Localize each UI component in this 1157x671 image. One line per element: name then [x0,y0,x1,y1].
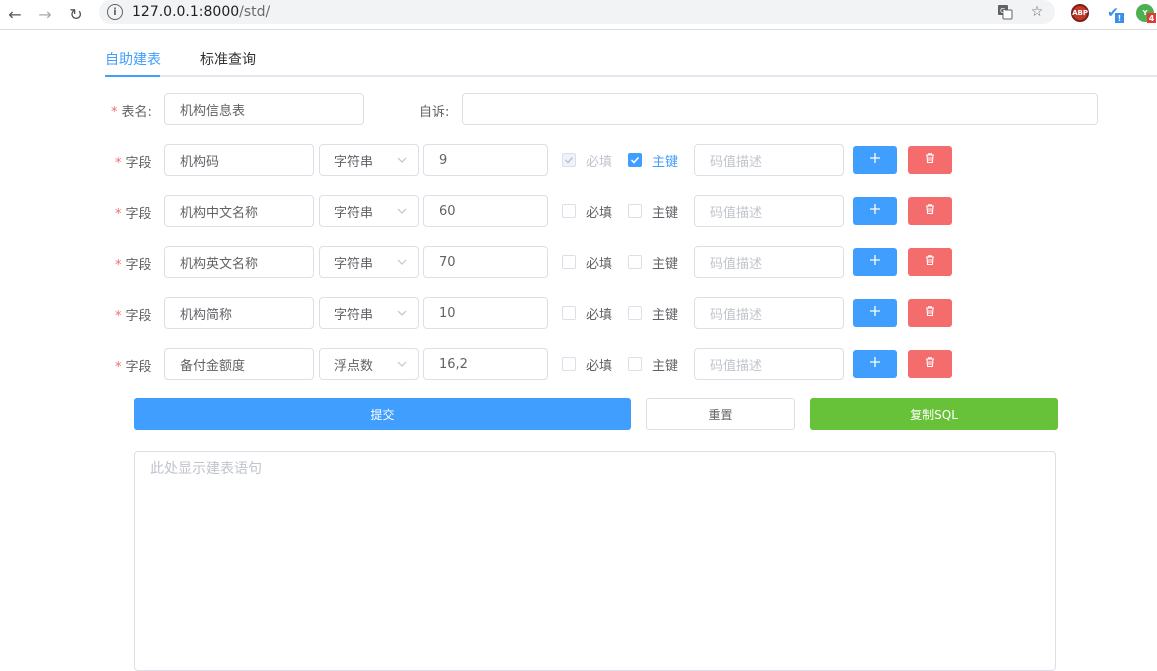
delete-field-button[interactable] [908,350,952,378]
required-checkbox[interactable]: 必填 [562,152,612,170]
delete-field-button[interactable] [908,146,952,174]
tab-bar: 自助建表 标准查询 [105,30,1157,77]
reload-icon[interactable]: ↻ [65,3,87,25]
code-desc-input[interactable]: 码值描述 [694,297,844,329]
field-label: * 字段 [115,156,152,171]
forward-icon[interactable]: → [34,3,56,25]
plus-icon [869,254,881,270]
site-info-icon[interactable]: i [107,4,123,20]
svg-text:G: G [1000,7,1005,15]
delete-field-button[interactable] [908,197,952,225]
url-path: /std/ [239,4,271,20]
primary-key-checkbox[interactable]: 主键 [628,356,678,374]
trash-icon [924,356,936,372]
code-desc-input[interactable]: 码值描述 [694,195,844,227]
checkbox-icon [562,357,576,371]
field-label: * 字段 [115,309,152,324]
trash-icon [924,305,936,321]
tab-self-build-table[interactable]: 自助建表 [105,49,161,69]
required-checkbox[interactable]: 必填 [562,254,612,272]
extension-bird-badge: ! [1115,13,1124,23]
trash-icon [924,254,936,270]
field-name-input[interactable]: 机构英文名称 [164,246,314,278]
code-desc-input[interactable]: 码值描述 [694,348,844,380]
adblock-extension-icon[interactable]: ABP [1071,4,1089,22]
checkbox-icon [562,204,576,218]
sql-output-textarea[interactable]: 此处显示建表语句 [134,451,1056,671]
checkbox-icon [628,153,642,167]
checkbox-icon [628,255,642,269]
bookmark-star-icon[interactable]: ☆ [1028,3,1046,21]
field-name-input[interactable]: 机构中文名称 [164,195,314,227]
field-row: * 字段 机构中文名称 字符串 60 必填 主键 码值描述 [0,195,1157,227]
extension-green-badge: 4 [1147,13,1156,23]
checkbox-icon [562,255,576,269]
copy-sql-button[interactable]: 复制SQL [810,398,1058,430]
delete-field-button[interactable] [908,299,952,327]
field-length-input[interactable]: 16,2 [423,348,548,380]
field-label: * 字段 [115,360,152,375]
trash-icon [924,152,936,168]
checkbox-icon [628,204,642,218]
primary-key-checkbox[interactable]: 主键 [628,305,678,323]
field-type-select[interactable]: 字符串 [319,195,419,227]
field-type-select[interactable]: 字符串 [319,297,419,329]
code-desc-input[interactable]: 码值描述 [694,144,844,176]
add-field-button[interactable] [853,299,897,327]
checkbox-icon [628,306,642,320]
plus-icon [869,305,881,321]
trash-icon [924,203,936,219]
code-desc-input[interactable]: 码值描述 [694,246,844,278]
field-row: * 字段 备付金额度 浮点数 16,2 必填 主键 码值描述 [0,348,1157,380]
browser-toolbar: ← → ↻ i 127.0.0.1:8000/std/ G ☆ ABP ✔ ! … [0,0,1157,30]
field-label: * 字段 [115,207,152,222]
checkbox-icon [562,306,576,320]
field-length-input[interactable]: 60 [423,195,548,227]
field-row: * 字段 机构简称 字符串 10 必填 主键 码值描述 [0,297,1157,329]
field-name-input[interactable]: 机构码 [164,144,314,176]
comment-input[interactable] [462,93,1098,125]
add-field-button[interactable] [853,197,897,225]
primary-key-checkbox[interactable]: 主键 [628,203,678,221]
add-field-button[interactable] [853,248,897,276]
field-length-input[interactable]: 70 [423,246,548,278]
field-name-input[interactable]: 备付金额度 [164,348,314,380]
table-name-input[interactable]: 机构信息表 [164,93,364,125]
url-host: 127.0.0.1:8000 [132,4,240,20]
add-field-button[interactable] [853,146,897,174]
field-length-input[interactable]: 9 [423,144,548,176]
tab-standard-query[interactable]: 标准查询 [200,49,256,69]
field-row: * 字段 机构英文名称 字符串 70 必填 主键 码值描述 [0,246,1157,278]
comment-label: 自诉: [419,105,450,120]
table-name-label: * 表名: [111,105,152,120]
field-label: * 字段 [115,258,152,273]
submit-button[interactable]: 提交 [134,398,631,430]
field-length-input[interactable]: 10 [423,297,548,329]
field-type-select[interactable]: 浮点数 [319,348,419,380]
plus-icon [869,356,881,372]
plus-icon [869,203,881,219]
field-type-select[interactable]: 字符串 [319,246,419,278]
add-field-button[interactable] [853,350,897,378]
address-bar[interactable]: i 127.0.0.1:8000/std/ G ☆ [99,0,1055,24]
delete-field-button[interactable] [908,248,952,276]
checkbox-icon [562,153,576,167]
translate-icon[interactable]: G [996,3,1014,21]
back-icon[interactable]: ← [4,3,26,25]
checkbox-icon [628,357,642,371]
field-name-input[interactable]: 机构简称 [164,297,314,329]
field-row: * 字段 机构码 字符串 9 必填 主键 码值描述 [0,144,1157,176]
primary-key-checkbox[interactable]: 主键 [628,152,678,170]
field-type-select[interactable]: 字符串 [319,144,419,176]
reset-button[interactable]: 重置 [646,398,795,430]
required-checkbox[interactable]: 必填 [562,356,612,374]
required-checkbox[interactable]: 必填 [562,203,612,221]
primary-key-checkbox[interactable]: 主键 [628,254,678,272]
plus-icon [869,152,881,168]
required-checkbox[interactable]: 必填 [562,305,612,323]
table-name-row: * 表名: 机构信息表 自诉: [0,93,1157,125]
active-tab-indicator [105,75,160,77]
